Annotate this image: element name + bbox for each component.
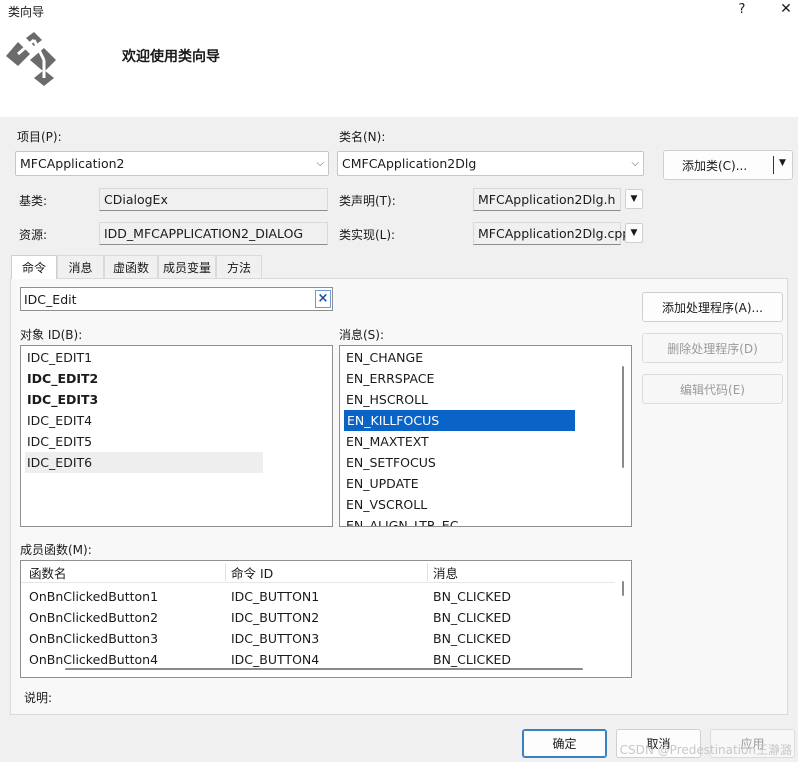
- add-handler-button[interactable]: 添加处理程序(A)...: [642, 292, 783, 322]
- object-id-item[interactable]: IDC_EDIT4: [27, 410, 92, 431]
- window-title: 类向导: [8, 5, 45, 19]
- member-function-cell[interactable]: BN_CLICKED: [433, 607, 511, 628]
- tab-methods[interactable]: 方法: [216, 255, 262, 278]
- caret-down-icon: ▼: [630, 228, 638, 238]
- edit-code-button[interactable]: 编辑代码(E): [642, 374, 783, 404]
- member-function-cell[interactable]: IDC_BUTTON3: [231, 628, 319, 649]
- delete-handler-button[interactable]: 删除处理程序(D): [642, 333, 783, 363]
- header-title: 欢迎使用类向导: [122, 49, 220, 65]
- object-ids-label: 对象 ID(B):: [20, 328, 83, 342]
- resource-label: 资源:: [19, 228, 48, 242]
- member-function-cell[interactable]: BN_CLICKED: [433, 628, 511, 649]
- message-item[interactable]: EN_SETFOCUS: [346, 452, 436, 473]
- close-button[interactable]: ✕: [776, 1, 796, 21]
- clear-search-icon[interactable]: ×: [315, 290, 331, 308]
- add-handler-label: 添加处理程序(A)...: [661, 300, 764, 315]
- member-function-cell[interactable]: IDC_BUTTON1: [231, 586, 319, 607]
- members-header-row: [21, 561, 615, 583]
- resource-field: IDD_MFCAPPLICATION2_DIALOG: [99, 222, 328, 245]
- class-decl-field[interactable]: MFCApplication2Dlg.h: [473, 188, 621, 211]
- base-class-label: 基类:: [19, 194, 48, 208]
- base-class-field: CDialogEx: [99, 188, 328, 211]
- tab-member-variables[interactable]: 成员变量: [158, 255, 216, 278]
- messages-label: 消息(S):: [339, 328, 385, 342]
- add-class-label: 添加类(C)...: [682, 158, 748, 173]
- ok-label: 确定: [552, 737, 577, 751]
- project-label: 项目(P):: [17, 130, 62, 144]
- object-id-item[interactable]: IDC_EDIT1: [27, 347, 92, 368]
- message-item[interactable]: EN_UPDATE: [346, 473, 419, 494]
- column-header[interactable]: 命令 ID: [231, 563, 273, 584]
- chevron-down-icon: ⌵: [316, 158, 324, 169]
- project-combo[interactable]: MFCApplication2 ⌵: [15, 151, 329, 176]
- message-item[interactable]: EN_VSCROLL: [346, 494, 427, 515]
- add-class-button[interactable]: 添加类(C)... ▼: [663, 150, 793, 180]
- tab-commands[interactable]: 命令: [11, 255, 57, 279]
- title-bar[interactable]: 类向导 ? ✕: [0, 0, 798, 22]
- class-decl-dropdown-button[interactable]: ▼: [625, 189, 643, 209]
- messages-listbox[interactable]: EN_CHANGE EN_ERRSPACE EN_HSCROLL EN_KILLFOC…: [339, 345, 632, 527]
- column-separator[interactable]: [427, 563, 428, 581]
- class-wizard-logo-icon: [6, 32, 56, 86]
- class-impl-dropdown-button[interactable]: ▼: [625, 223, 643, 243]
- caret-down-icon[interactable]: ▼: [779, 158, 786, 168]
- object-id-item[interactable]: IDC_EDIT6: [27, 452, 92, 473]
- member-function-cell[interactable]: BN_CLICKED: [433, 586, 511, 607]
- class-impl-field[interactable]: MFCApplication2Dlg.cpp: [473, 222, 630, 245]
- object-search-input[interactable]: IDC_Edit ×: [20, 287, 333, 311]
- ok-button[interactable]: 确定: [522, 729, 607, 758]
- member-function-cell[interactable]: OnBnClickedButton2: [29, 607, 158, 628]
- classname-combo[interactable]: CMFCApplication2Dlg ⌵: [337, 151, 644, 176]
- message-item[interactable]: EN_ERRSPACE: [346, 368, 434, 389]
- messages-scrollbar[interactable]: [622, 366, 624, 468]
- message-item[interactable]: EN_ALIGN_LTR_EC: [346, 515, 458, 526]
- class-decl-value: MFCApplication2Dlg.h: [478, 192, 616, 207]
- object-search-value: IDC_Edit: [24, 292, 77, 307]
- base-class-value: CDialogEx: [104, 192, 168, 207]
- column-separator[interactable]: [225, 563, 226, 581]
- member-function-cell[interactable]: IDC_BUTTON2: [231, 607, 319, 628]
- message-item[interactable]: EN_MAXTEXT: [346, 431, 429, 452]
- tab-messages[interactable]: 消息: [57, 255, 104, 278]
- members-vscrollbar[interactable]: [622, 581, 624, 596]
- member-functions-label: 成员函数(M):: [20, 543, 92, 557]
- message-item[interactable]: EN_HSCROLL: [346, 389, 428, 410]
- member-function-cell[interactable]: OnBnClickedButton3: [29, 628, 158, 649]
- classname-label: 类名(N):: [339, 130, 386, 144]
- object-id-item[interactable]: IDC_EDIT5: [27, 431, 92, 452]
- member-function-cell[interactable]: IDC_BUTTON4: [231, 649, 319, 670]
- help-button[interactable]: ?: [732, 2, 752, 20]
- resource-value: IDD_MFCAPPLICATION2_DIALOG: [104, 226, 304, 241]
- column-header[interactable]: 消息: [433, 563, 458, 584]
- description-label: 说明:: [24, 691, 53, 705]
- project-value: MFCApplication2: [20, 156, 125, 171]
- member-function-cell[interactable]: BN_CLICKED: [433, 649, 511, 670]
- class-impl-label: 类实现(L):: [339, 228, 396, 242]
- object-ids-listbox[interactable]: IDC_EDIT1 IDC_EDIT2 IDC_EDIT3 IDC_EDIT4 IDC_…: [20, 345, 333, 527]
- caret-down-icon: ▼: [630, 194, 638, 204]
- object-id-item[interactable]: IDC_EDIT2: [27, 368, 98, 389]
- class-decl-label: 类声明(T):: [339, 194, 396, 208]
- member-functions-listview[interactable]: 函数名 命令 ID 消息 OnBnClickedButton1 IDC_BUTTON1 B…: [20, 560, 632, 678]
- split-divider: [773, 156, 774, 174]
- watermark-text: CSDN @Predestination王瀞潞: [619, 743, 792, 757]
- tab-virtual-functions[interactable]: 虚函数: [104, 255, 158, 278]
- member-function-cell[interactable]: OnBnClickedButton1: [29, 586, 158, 607]
- column-header[interactable]: 函数名: [29, 563, 67, 584]
- delete-handler-label: 删除处理程序(D): [667, 341, 758, 356]
- class-impl-value: MFCApplication2Dlg.cpp: [478, 226, 631, 241]
- member-function-cell[interactable]: OnBnClickedButton4: [29, 649, 158, 670]
- edit-code-label: 编辑代码(E): [680, 382, 745, 397]
- message-item[interactable]: EN_KILLFOCUS: [344, 410, 575, 431]
- chevron-down-icon: ⌵: [631, 158, 639, 169]
- classname-value: CMFCApplication2Dlg: [342, 156, 477, 171]
- message-item[interactable]: EN_CHANGE: [346, 347, 423, 368]
- object-id-item[interactable]: IDC_EDIT3: [27, 389, 98, 410]
